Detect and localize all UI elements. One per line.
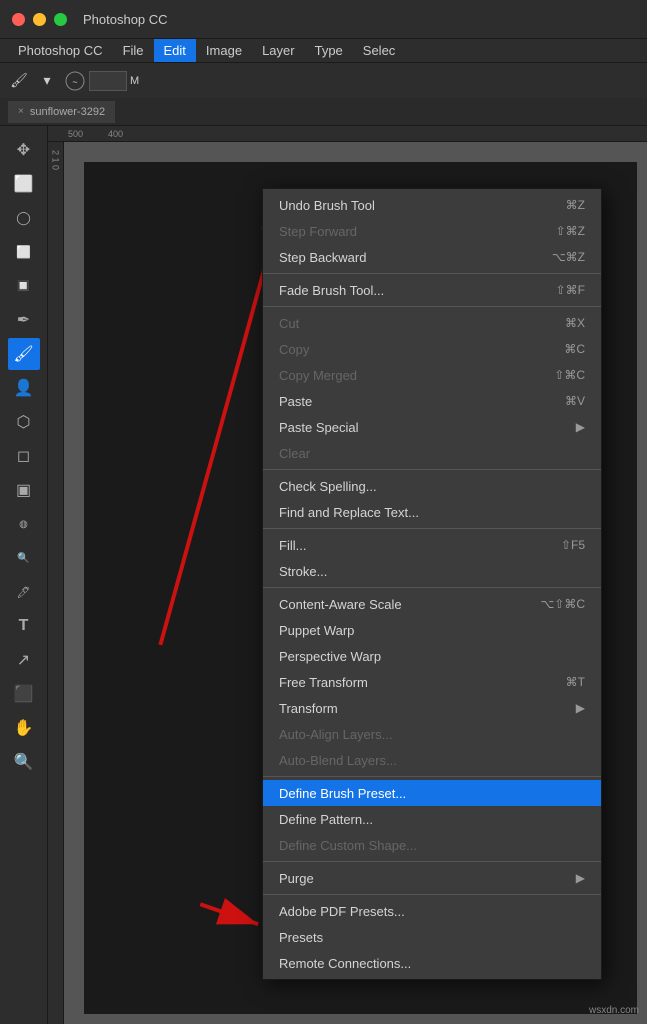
menu-purge[interactable]: Purge ▶: [263, 865, 601, 891]
move-tool[interactable]: ✥: [8, 134, 40, 166]
menu-transform[interactable]: Transform ▶: [263, 695, 601, 721]
ruler-numbers: 500 400: [48, 129, 148, 139]
brush-dropdown-icon[interactable]: ▾: [36, 70, 58, 92]
menu-cut[interactable]: Cut ⌘X: [263, 310, 601, 336]
menu-auto-align[interactable]: Auto-Align Layers...: [263, 721, 601, 747]
ruler-mark-500: 500: [68, 129, 108, 139]
menu-find-replace[interactable]: Find and Replace Text...: [263, 499, 601, 525]
menu-group-purge: Purge ▶: [263, 862, 601, 895]
traffic-lights: [12, 13, 67, 26]
menu-group-fade: Fade Brush Tool... ⇧⌘F: [263, 274, 601, 307]
menu-paste[interactable]: Paste ⌘V: [263, 388, 601, 414]
ruler-vertical: 2 1 0: [48, 142, 64, 1024]
gradient-tool[interactable]: ▣: [8, 474, 40, 506]
menu-image[interactable]: Image: [196, 39, 252, 62]
menu-step-backward[interactable]: Step Backward ⌥⌘Z: [263, 244, 601, 270]
watermark: wsxdn.com: [589, 1005, 639, 1016]
svg-text:~: ~: [72, 77, 77, 87]
menu-group-text: Check Spelling... Find and Replace Text.…: [263, 470, 601, 529]
menu-group-define: Define Brush Preset... Define Pattern...…: [263, 777, 601, 862]
blur-tool[interactable]: ◍: [8, 508, 40, 540]
menu-type[interactable]: Type: [305, 39, 353, 62]
menu-stroke[interactable]: Stroke...: [263, 558, 601, 584]
brush-preview: ~: [64, 70, 86, 92]
close-button[interactable]: [12, 13, 25, 26]
menu-group-undo: Undo Brush Tool ⌘Z Step Forward ⇧⌘Z Step…: [263, 189, 601, 274]
ruler-mark-400: 400: [108, 129, 148, 139]
main-area: ✥ ⬜ ◯ ⬜ 🔲 ✒ 🖌 👤 ⬡ ◻ ▣ ◍ 🔍 🖊 T ↗ ⬛ ✋ 🔍 50…: [0, 126, 647, 1024]
menu-auto-blend[interactable]: Auto-Blend Layers...: [263, 747, 601, 773]
patch-tool[interactable]: ⬡: [8, 406, 40, 438]
menu-group-presets: Adobe PDF Presets... Presets Remote Conn…: [263, 895, 601, 979]
menu-edit[interactable]: Edit: [154, 39, 196, 62]
type-tool[interactable]: T: [8, 610, 40, 642]
dodge-tool[interactable]: 🔍: [8, 542, 40, 574]
hand-tool[interactable]: ✋: [8, 712, 40, 744]
menu-undo-brush-tool[interactable]: Undo Brush Tool ⌘Z: [263, 192, 601, 218]
menu-define-brush-preset[interactable]: Define Brush Preset...: [263, 780, 601, 806]
pen-tool[interactable]: ✒: [8, 304, 40, 336]
history-brush-tool[interactable]: 🖊: [8, 576, 40, 608]
menu-group-fill: Fill... ⇧F5 Stroke...: [263, 529, 601, 588]
frame-tool[interactable]: 🔲: [8, 270, 40, 302]
lasso-tool[interactable]: ◯: [8, 202, 40, 234]
menu-group-transform: Content-Aware Scale ⌥⇧⌘C Puppet Warp Per…: [263, 588, 601, 777]
maximize-button[interactable]: [54, 13, 67, 26]
menu-paste-special[interactable]: Paste Special ▶: [263, 414, 601, 440]
menu-check-spelling[interactable]: Check Spelling...: [263, 473, 601, 499]
zoom-tool[interactable]: 🔍: [8, 746, 40, 778]
menu-copy[interactable]: Copy ⌘C: [263, 336, 601, 362]
menu-define-custom-shape[interactable]: Define Custom Shape...: [263, 832, 601, 858]
brush-tool[interactable]: 🖌: [8, 338, 40, 370]
tools-panel: ✥ ⬜ ◯ ⬜ 🔲 ✒ 🖌 👤 ⬡ ◻ ▣ ◍ 🔍 🖊 T ↗ ⬛ ✋ 🔍: [0, 126, 48, 1024]
shape-tool[interactable]: ⬛: [8, 678, 40, 710]
menu-perspective-warp[interactable]: Perspective Warp: [263, 643, 601, 669]
minimize-button[interactable]: [33, 13, 46, 26]
menu-photoshop[interactable]: Photoshop CC: [8, 39, 113, 62]
menu-presets[interactable]: Presets: [263, 924, 601, 950]
menu-free-transform[interactable]: Free Transform ⌘T: [263, 669, 601, 695]
crop-tool[interactable]: ⬜: [8, 236, 40, 268]
document-tab[interactable]: × sunflower-3292: [8, 101, 115, 123]
path-selection-tool[interactable]: ↗: [8, 644, 40, 676]
ruler-v-marks: 2 1 0: [51, 150, 61, 170]
menu-select[interactable]: Selec: [353, 39, 406, 62]
app-title: Photoshop CC: [83, 12, 168, 27]
tab-close-btn[interactable]: ×: [18, 106, 24, 117]
menu-clear[interactable]: Clear: [263, 440, 601, 466]
menu-fade-brush[interactable]: Fade Brush Tool... ⇧⌘F: [263, 277, 601, 303]
menu-step-forward[interactable]: Step Forward ⇧⌘Z: [263, 218, 601, 244]
menu-copy-merged[interactable]: Copy Merged ⇧⌘C: [263, 362, 601, 388]
ruler-horizontal: 500 400: [48, 126, 647, 142]
options-bar: 🖌 ▾ ~ 54 M: [0, 62, 647, 98]
menu-file[interactable]: File: [113, 39, 154, 62]
menu-puppet-warp[interactable]: Puppet Warp: [263, 617, 601, 643]
menu-adobe-pdf-presets[interactable]: Adobe PDF Presets...: [263, 898, 601, 924]
brush-mode-label: M: [130, 75, 139, 87]
menu-content-aware-scale[interactable]: Content-Aware Scale ⌥⇧⌘C: [263, 591, 601, 617]
selection-tool[interactable]: ⬜: [8, 168, 40, 200]
menu-define-pattern[interactable]: Define Pattern...: [263, 806, 601, 832]
menu-group-clipboard: Cut ⌘X Copy ⌘C Copy Merged ⇧⌘C Paste ⌘V …: [263, 307, 601, 470]
eraser-tool[interactable]: ◻: [8, 440, 40, 472]
tab-filename: sunflower-3292: [30, 106, 105, 118]
title-bar: Photoshop CC: [0, 0, 647, 38]
menu-layer[interactable]: Layer: [252, 39, 305, 62]
menu-fill[interactable]: Fill... ⇧F5: [263, 532, 601, 558]
edit-dropdown-menu: Undo Brush Tool ⌘Z Step Forward ⇧⌘Z Step…: [262, 188, 602, 980]
brush-size-input[interactable]: 54: [89, 71, 127, 91]
brush-icon: 🖌: [8, 70, 30, 92]
menu-bar: Photoshop CC File Edit Image Layer Type …: [0, 38, 647, 62]
menu-remote-connections[interactable]: Remote Connections...: [263, 950, 601, 976]
tab-bar: × sunflower-3292: [0, 98, 647, 126]
clone-tool[interactable]: 👤: [8, 372, 40, 404]
